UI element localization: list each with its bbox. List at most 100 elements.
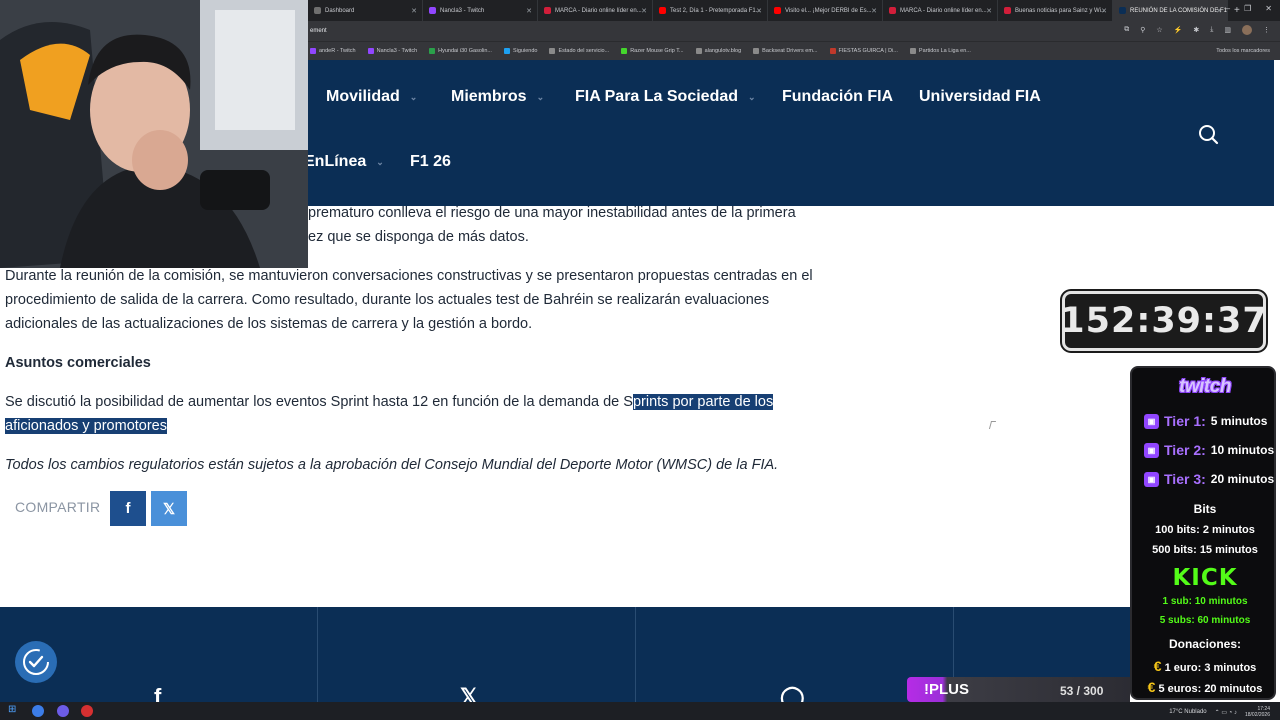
bookmark-favicon-icon	[310, 48, 316, 54]
url-field[interactable]: ement	[310, 28, 327, 34]
kick-logo: KICK	[1172, 565, 1238, 591]
clock[interactable]: 17:24 18/02/2026	[1245, 706, 1270, 718]
bits-row: 500 bits: 15 minutos	[1132, 544, 1278, 556]
tab-close-icon[interactable]: ✕	[1101, 7, 1107, 15]
donation-time: 3 minutos	[1204, 662, 1257, 674]
tab-label: Visito el... ¡Mejor DERBI de Es...	[785, 7, 872, 14]
bookmark-label: alangulotv.blog	[704, 48, 742, 54]
bookmark-favicon-icon	[695, 48, 702, 54]
nav-miembros[interactable]: Miembros ⌄	[451, 88, 544, 106]
bookmark-item[interactable]: Estado del servicio...	[549, 48, 609, 54]
tier-time: 20 minutos	[1210, 472, 1275, 486]
minimize-button[interactable]: –	[1226, 4, 1230, 13]
tier-row: ▣ Tier 1: 5 minutos	[1144, 413, 1267, 429]
tab-label: MARCA - Diario online líder en...	[900, 7, 987, 14]
bookmark-item[interactable]: Hyundai i30 Gasolin...	[429, 48, 492, 54]
browser-tab[interactable]: REUNIÓN DE LA COMISIÓN DE F1... ✕	[1113, 0, 1228, 21]
bookmark-favicon-icon	[829, 48, 836, 54]
nav-enlinea[interactable]: EnLínea ⌄	[304, 153, 384, 171]
bookmark-item[interactable]: Siguiendo	[503, 48, 538, 54]
footer-divider	[635, 607, 636, 702]
browser-tab[interactable]: MARCA - Diario online líder en... ✕	[538, 0, 653, 21]
tab-close-icon[interactable]: ✕	[756, 7, 762, 15]
tab-close-icon[interactable]: ✕	[986, 7, 992, 15]
profile-avatar[interactable]	[1242, 25, 1252, 35]
tab-close-icon[interactable]: ✕	[641, 7, 647, 15]
window-controls: – ❐ ✕	[1226, 4, 1272, 13]
share-facebook-button[interactable]: f	[110, 491, 146, 526]
plus-goal-label: !PLUS	[924, 681, 969, 698]
bookmark-label: andeR - Twitch	[319, 48, 356, 54]
nav-universidad[interactable]: Universidad FIA	[919, 88, 1041, 106]
chrome-taskbar-icon[interactable]	[32, 705, 44, 717]
windows-taskbar: ⊞ 17°C Nublado ⌃ ▭ ◔ ♪ 17:24 18/02/2026	[0, 702, 1280, 720]
bookmark-item[interactable]: FIESTAS GUIRCA | Di...	[829, 48, 898, 54]
tab-favicon-icon	[889, 7, 896, 14]
bookmark-item[interactable]: alangulotv.blog	[695, 48, 742, 54]
browser-tab[interactable]: Dashboard ✕	[308, 0, 423, 21]
tab-close-icon[interactable]: ✕	[526, 7, 532, 15]
browser-tab[interactable]: Buenas noticias para Sainz y Wi... ✕	[998, 0, 1113, 21]
all-bookmarks-folder[interactable]: Todos los marcadores	[1216, 48, 1270, 54]
download-icon[interactable]: ⤓	[1210, 26, 1213, 35]
puzzle-icon[interactable]: ✱	[1193, 26, 1199, 35]
tray-icons[interactable]: ⌃ ▭ ◔ ♪	[1215, 709, 1237, 716]
nav-label: Miembros	[451, 88, 527, 105]
browser-tab[interactable]: Nancla3 - Twitch ✕	[423, 0, 538, 21]
kick-amount: 5 subs:	[1159, 615, 1195, 626]
bits-amount: 100 bits:	[1155, 524, 1200, 536]
zoom-icon[interactable]: ⚲	[1140, 26, 1145, 35]
bookmark-item[interactable]: andeR - Twitch	[310, 48, 356, 54]
bookmark-favicon-icon	[367, 48, 374, 54]
sidepanel-icon[interactable]: ▥	[1224, 26, 1231, 35]
tab-label: Dashboard	[325, 7, 355, 14]
bits-time: 15 minutos	[1199, 544, 1258, 556]
nav-movilidad[interactable]: Movilidad ⌄	[326, 88, 417, 106]
maximize-button[interactable]: ❐	[1244, 4, 1251, 13]
kick-time: 10 minutos	[1194, 596, 1248, 607]
menu-icon[interactable]: ⋮	[1263, 26, 1270, 35]
tab-close-icon[interactable]: ✕	[411, 7, 417, 15]
bookmark-item[interactable]: Razer Mouse Grip T...	[621, 48, 684, 54]
system-tray: 17°C Nublado ⌃ ▭ ◔ ♪ 17:24 18/02/2026	[1169, 706, 1270, 718]
regulatory-note: Todos los cambios regulatorios están suj…	[5, 457, 779, 473]
bookmark-favicon-icon	[753, 48, 760, 54]
section-heading: Asuntos comerciales	[5, 355, 151, 371]
paragraph-line: prematuro conlleva el riesgo de una mayo…	[308, 205, 796, 221]
close-window-button[interactable]: ✕	[1265, 4, 1272, 13]
translate-icon[interactable]: ⧉	[1124, 26, 1129, 35]
search-icon[interactable]	[1197, 123, 1219, 145]
subathon-info-panel: twitch ▣ Tier 1: 5 minutos ▣ Tier 2: 10 …	[1130, 366, 1276, 700]
plus-goal-count: 53 / 300	[1060, 684, 1104, 698]
nav-fia-sociedad[interactable]: FIA Para La Sociedad ⌄	[575, 88, 756, 106]
tab-favicon-icon	[314, 7, 321, 14]
nav-f1-26[interactable]: F1 26	[410, 153, 451, 171]
address-bar-icons: ⧉ ⚲ ☆ ⚡ ✱ ⤓ ▥ ⋮	[1124, 25, 1270, 35]
app-taskbar-icon[interactable]	[57, 705, 69, 717]
extension-icon[interactable]: ⚡	[1174, 26, 1183, 35]
bookmark-favicon-icon	[429, 48, 436, 54]
bookmark-item[interactable]: Nancla3 - Twitch	[367, 48, 417, 54]
browser-tab[interactable]: Test 2, Día 1 - Pretemporada F1... ✕	[653, 0, 768, 21]
browser-tab[interactable]: Visito el... ¡Mejor DERBI de Es... ✕	[768, 0, 883, 21]
tab-label: Nancla3 - Twitch	[440, 7, 485, 14]
bookmark-label: Siguiendo	[512, 48, 538, 54]
tab-label: Test 2, Día 1 - Pretemporada F1...	[670, 7, 761, 14]
obs-taskbar-icon[interactable]	[81, 705, 93, 717]
weather-text[interactable]: 17°C Nublado	[1169, 709, 1206, 715]
tier-name: Tier 2:	[1164, 442, 1206, 458]
streamer-webcam-image	[0, 0, 308, 268]
nav-label: FIA Para La Sociedad	[575, 88, 739, 105]
tab-favicon-icon	[429, 7, 436, 14]
nav-fundacion[interactable]: Fundación FIA	[782, 88, 893, 106]
bookmark-item[interactable]: Partidos La Liga en...	[909, 48, 971, 54]
windows-start-icon[interactable]: ⊞	[8, 704, 20, 716]
share-x-button[interactable]: 𝕏	[151, 491, 187, 526]
accessibility-button[interactable]	[15, 641, 57, 683]
tab-close-icon[interactable]: ✕	[1216, 7, 1222, 15]
browser-tab[interactable]: MARCA - Diario online líder en... ✕	[883, 0, 998, 21]
tab-close-icon[interactable]: ✕	[871, 7, 877, 15]
bookmark-star-icon[interactable]: ☆	[1156, 26, 1162, 35]
bookmark-favicon-icon	[503, 48, 510, 54]
bookmark-item[interactable]: Backseat Drivers em...	[753, 48, 818, 54]
